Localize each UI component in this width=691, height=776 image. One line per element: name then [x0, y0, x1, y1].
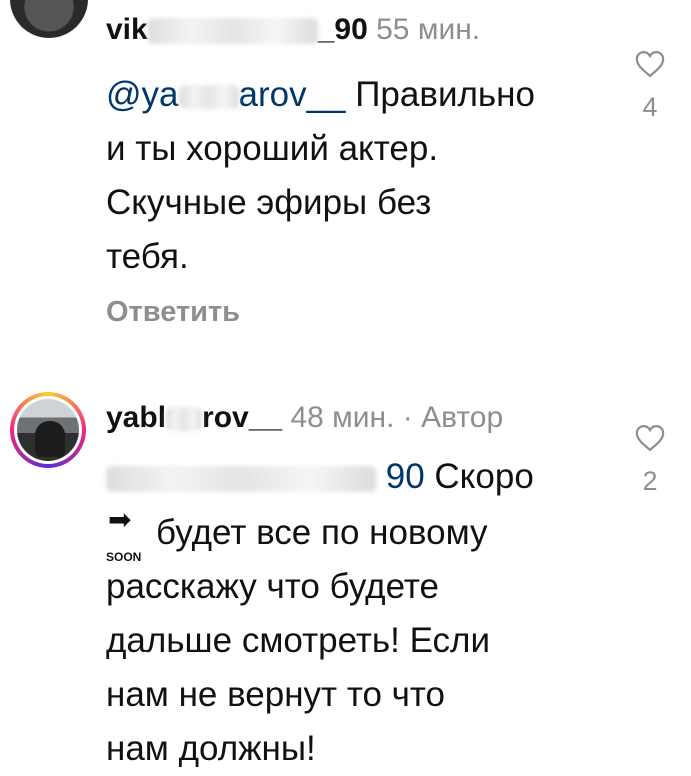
like-count: 2 — [642, 466, 658, 496]
username[interactable]: vik _90 — [106, 13, 376, 46]
mention-link[interactable]: @ya arov__ — [106, 75, 346, 114]
avatar[interactable] — [10, 0, 88, 38]
author-badge: · Автор — [402, 401, 504, 434]
comment-item: vik _90 55 мин. @ya arov__ Правильно и ты … — [0, 0, 691, 340]
comment-header: vik _90 55 мин. — [106, 12, 480, 48]
like-control[interactable]: 2 — [620, 424, 680, 496]
comment-text: 90 Скоро ➡ SOON будет все по новому расска… — [106, 457, 534, 768]
comment-text: @ya arov__ Правильно и ты хороший актер. … — [106, 75, 535, 276]
heart-icon[interactable] — [635, 50, 665, 78]
avatar[interactable] — [10, 392, 86, 468]
username[interactable]: yabl rov__ — [106, 401, 290, 434]
avatar-image — [17, 399, 79, 461]
mention-link[interactable]: 90 — [106, 457, 425, 496]
heart-icon[interactable] — [635, 424, 665, 452]
like-control[interactable]: 4 — [620, 50, 680, 122]
comment-item: yabl rov__ 48 мин. · Автор 90 Скоро ➡ SOON… — [0, 372, 691, 768]
reply-button[interactable]: Ответить — [106, 294, 240, 330]
timestamp: 48 мин. — [290, 401, 395, 434]
soon-arrow-icon: ➡ SOON — [106, 504, 142, 565]
timestamp: 55 мин. — [376, 13, 481, 46]
username-obscured — [147, 18, 318, 45]
like-count: 4 — [642, 92, 658, 122]
comment-header: yabl rov__ 48 мин. · Автор — [106, 400, 503, 436]
username-obscured — [166, 407, 203, 432]
